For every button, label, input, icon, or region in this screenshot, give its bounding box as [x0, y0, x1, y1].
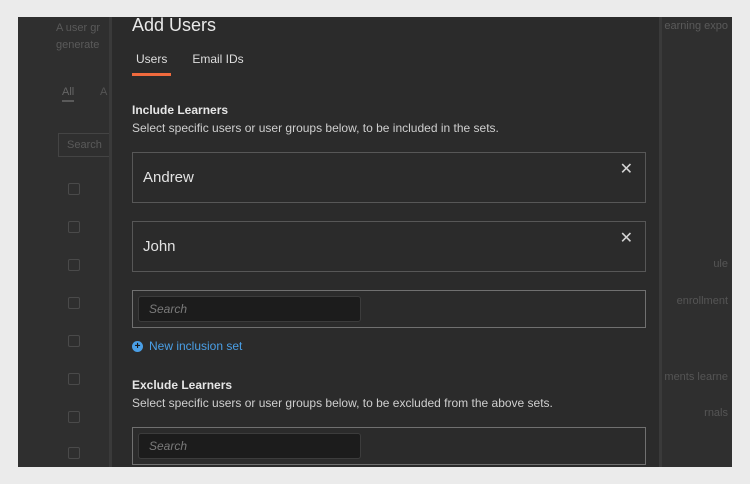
close-icon[interactable]: ✕: [620, 159, 633, 179]
selected-user-andrew: Andrew ✕: [132, 152, 646, 203]
include-search-container: [132, 290, 646, 328]
add-users-modal: Add Users Users Email IDs Include Learne…: [109, 17, 662, 467]
app-frame: A user gr generate earning expo All A Se…: [18, 17, 732, 467]
background-checkbox: [68, 221, 80, 233]
selected-user-john: John ✕: [132, 221, 646, 272]
tab-email-ids[interactable]: Email IDs: [188, 50, 247, 76]
exclude-search-container: [132, 427, 646, 465]
background-checkbox: [68, 373, 80, 385]
tab-users[interactable]: Users: [132, 50, 172, 76]
modal-title: Add Users: [132, 17, 217, 35]
modal-tabs: Users Email IDs: [132, 50, 265, 76]
include-search-input[interactable]: [138, 296, 361, 322]
background-checkbox: [68, 259, 80, 271]
exclude-learners-title: Exclude Learners: [132, 378, 233, 392]
close-icon[interactable]: ✕: [620, 228, 633, 248]
background-tab: A: [100, 86, 108, 98]
include-learners-subtitle: Select specific users or user groups bel…: [132, 121, 499, 135]
background-checkbox: [68, 183, 80, 195]
background-row-text: enrollment: [676, 295, 728, 307]
background-description-right: earning expo: [664, 20, 728, 32]
exclude-search-input[interactable]: [138, 433, 361, 459]
background-tab-all: All: [62, 86, 75, 102]
new-inclusion-set-link[interactable]: + New inclusion set: [132, 339, 242, 353]
exclude-learners-subtitle: Select specific users or user groups bel…: [132, 396, 553, 410]
background-checkbox: [68, 411, 80, 423]
background-row-text: ule: [713, 258, 728, 270]
new-inclusion-set-label: New inclusion set: [149, 339, 243, 353]
background-row-text: ments learne: [664, 371, 728, 383]
background-row-text: rnals: [704, 407, 728, 419]
include-learners-title: Include Learners: [132, 103, 229, 117]
background-checkbox: [68, 335, 80, 347]
selected-user-name: Andrew: [143, 169, 194, 186]
background-checkbox: [68, 447, 80, 459]
plus-circle-icon: +: [132, 340, 143, 352]
selected-user-name: John: [143, 238, 176, 255]
background-checkbox: [68, 297, 80, 309]
